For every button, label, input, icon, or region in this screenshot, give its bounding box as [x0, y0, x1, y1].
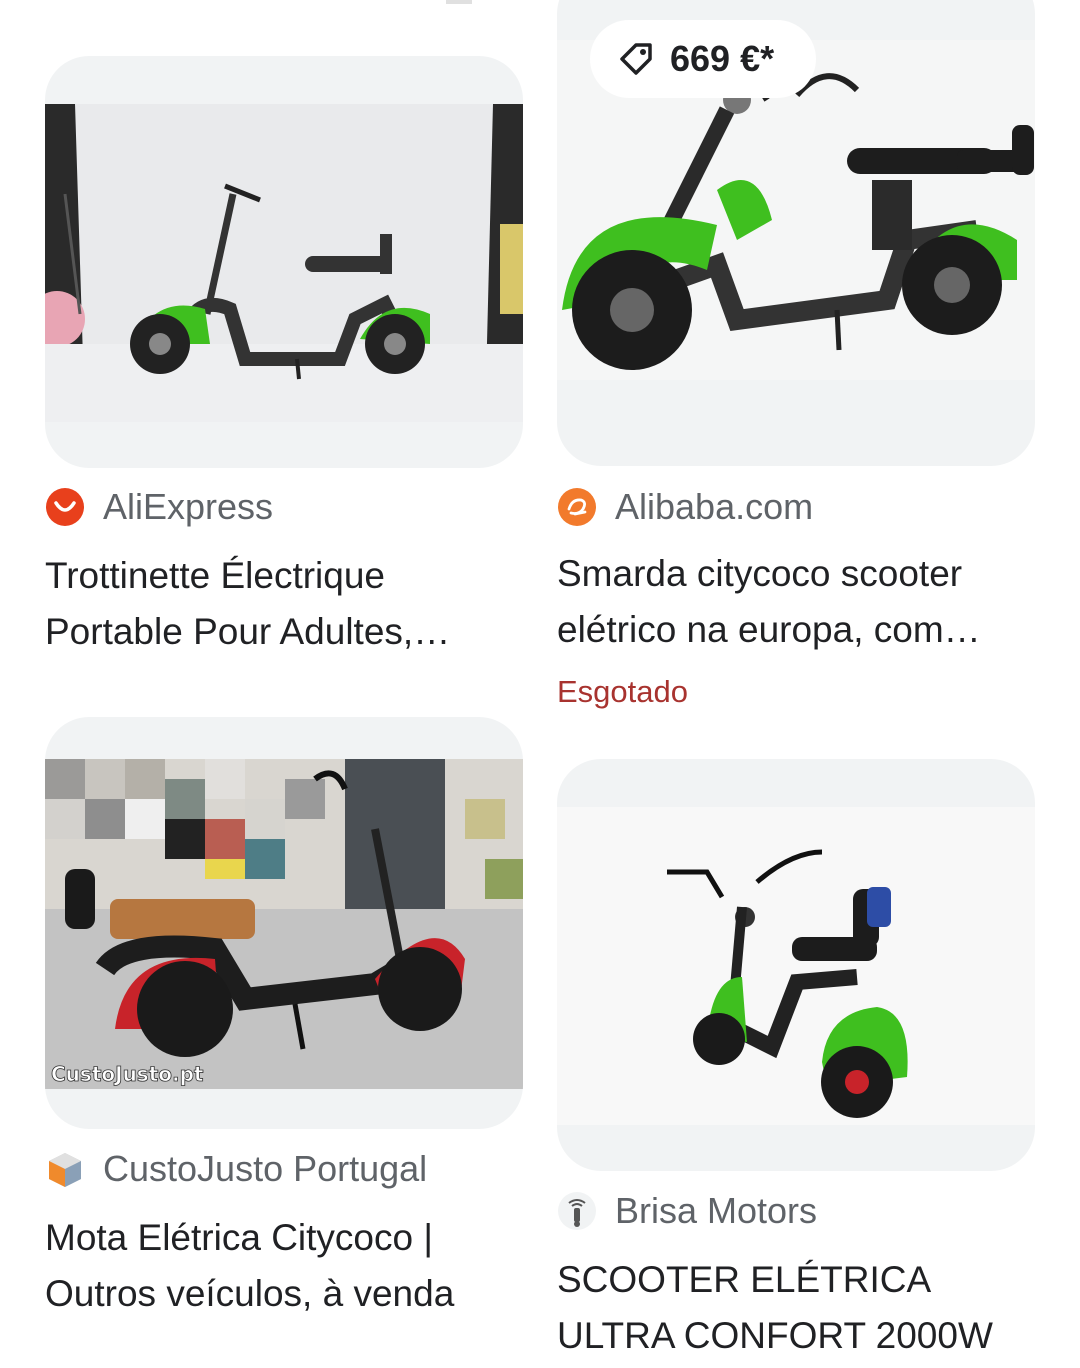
result-source[interactable]: Brisa Motors: [557, 1190, 817, 1232]
brisa-motors-icon: [558, 1192, 596, 1230]
result-card-brisa-motors[interactable]: Brisa Motors SCOOTER ELÉTRICA ULTRA CONF…: [0, 0, 1080, 1368]
result-title[interactable]: SCOOTER ELÉTRICA ULTRA CONFORT 2000W: [557, 1252, 1037, 1364]
source-label: Brisa Motors: [615, 1190, 818, 1231]
scooter-photo: [557, 807, 1035, 1125]
result-image-frame[interactable]: [557, 759, 1035, 1171]
